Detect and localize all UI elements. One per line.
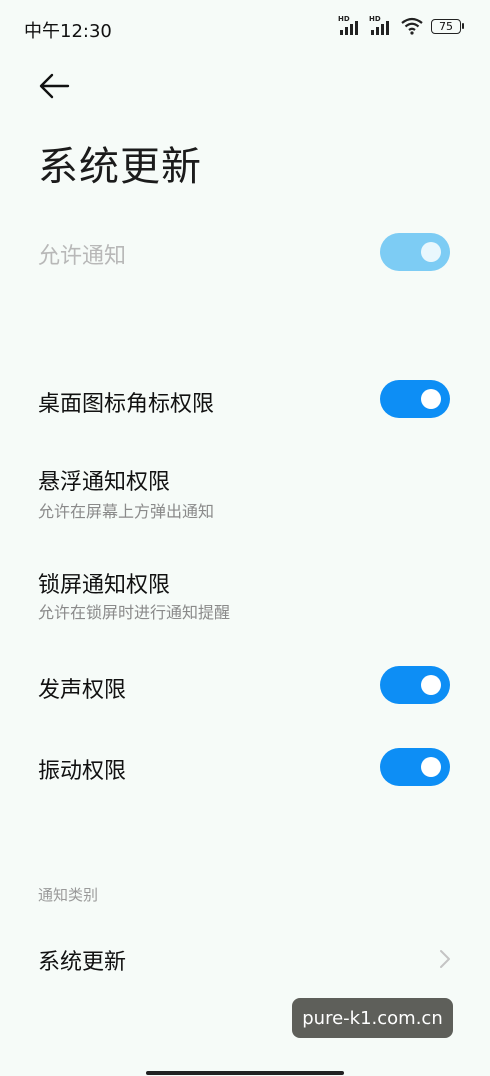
badge-permission-toggle[interactable] [380,380,450,418]
vibration-permission-toggle[interactable] [380,748,450,786]
lockscreen-notification-label: 锁屏通知权限 [38,573,171,598]
vibration-permission-label: 振动权限 [38,759,127,784]
row-floating-notification[interactable]: 悬浮通知权限 允许在屏幕上方弹出通知 [0,462,490,522]
signal-icon-1: HD [338,15,362,35]
watermark-text: pure-k1.com.cn [302,1007,443,1029]
row-allow-notifications[interactable]: 允许通知 [0,230,490,274]
battery-level: 75 [439,19,453,33]
sound-permission-toggle[interactable] [380,666,450,704]
badge-permission-label: 桌面图标角标权限 [38,392,215,417]
notification-categories-header: 通知类别 [38,886,99,904]
row-lockscreen-notification[interactable]: 锁屏通知权限 允许在锁屏时进行通知提醒 [0,565,490,625]
status-icons: HD HD 75 [338,15,464,35]
status-bar: 中午12:30 HD HD 75 [0,0,490,56]
back-arrow-icon[interactable] [36,68,72,104]
page-title: 系统更新 [38,144,202,190]
allow-notifications-toggle[interactable] [380,233,450,271]
row-badge-permission[interactable]: 桌面图标角标权限 [0,378,490,422]
floating-notification-subtitle: 允许在屏幕上方弹出通知 [38,502,215,521]
wifi-icon [401,17,423,35]
category-item-label: 系统更新 [38,950,127,975]
row-vibration-permission[interactable]: 振动权限 [0,745,490,789]
row-sound-permission[interactable]: 发声权限 [0,664,490,708]
lockscreen-notification-subtitle: 允许在锁屏时进行通知提醒 [38,603,231,622]
battery-icon: 75 [431,18,464,34]
signal-icon-2: HD [369,15,393,35]
chevron-right-icon [440,950,450,968]
status-time: 中午12:30 [24,21,112,42]
home-indicator[interactable] [146,1071,344,1075]
allow-notifications-label: 允许通知 [38,244,127,269]
category-item-system-update[interactable]: 系统更新 [0,938,490,982]
watermark: pure-k1.com.cn [292,998,453,1038]
floating-notification-label: 悬浮通知权限 [38,470,171,495]
sound-permission-label: 发声权限 [38,678,127,703]
